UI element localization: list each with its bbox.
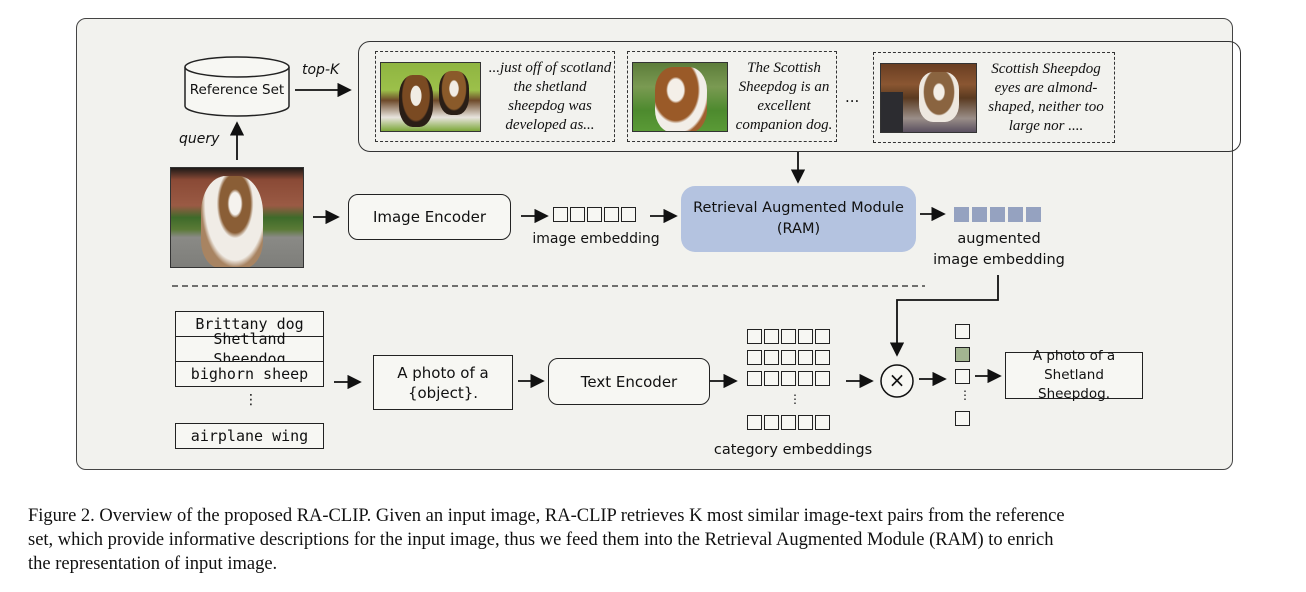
sheepdog-lying-indoors-photo — [880, 63, 977, 133]
scores-ellipsis: ⋮ — [959, 388, 971, 402]
embeddings-ellipsis: ⋮ — [789, 392, 801, 406]
augmented-cell — [972, 207, 987, 222]
more-pairs-ellipsis: ... — [845, 88, 860, 106]
augmented-cell — [954, 207, 969, 222]
score-cell — [955, 324, 970, 339]
augmented-cell — [1008, 207, 1023, 222]
embedding-cell — [781, 350, 796, 365]
augmented-cell — [990, 207, 1005, 222]
embedding-cell — [781, 329, 796, 344]
text-encoder: Text Encoder — [548, 358, 710, 405]
ram-abbrev: (RAM) — [776, 221, 821, 237]
augmented-label-line1: augmented — [957, 231, 1041, 247]
augmented-embedding-vector — [954, 207, 1044, 222]
embedding-cell — [798, 371, 813, 386]
category-embeddings-label: category embeddings — [713, 442, 873, 458]
prompt-template: A photo of a {object}. — [373, 355, 513, 410]
augmented-cell — [1026, 207, 1041, 222]
embedding-cell — [781, 415, 796, 430]
figure-caption: Figure 2. Overview of the proposed RA-CL… — [28, 504, 1298, 576]
caption-line3: the representation of input image. — [28, 554, 278, 574]
image-embedding-label: image embedding — [532, 231, 660, 247]
category-list-ellipsis: ⋮ — [244, 392, 258, 408]
embedding-cell — [747, 329, 762, 344]
category-item: Shetland Sheepdog — [175, 330, 324, 368]
top-k-label: top-K — [302, 62, 340, 78]
retrieval-augmented-module: Retrieval Augmented Module (RAM) — [681, 186, 916, 252]
prompt-line1: A photo of a — [397, 363, 489, 382]
category-embedding-row — [747, 415, 832, 430]
reference-set-label: Reference Set — [189, 82, 285, 98]
embedding-cell — [798, 415, 813, 430]
retrieved-pair: Scottish Sheepdog eyes are almond-shaped… — [873, 52, 1115, 143]
pair-caption: Scottish Sheepdog eyes are almond-shaped… — [988, 61, 1104, 134]
caption-line2: set, which provide informative descripti… — [28, 530, 1054, 550]
caption-line1: Figure 2. Overview of the proposed RA-CL… — [28, 506, 1065, 526]
embedding-cell — [747, 371, 762, 386]
prediction-output: A photo of a Shetland Sheepdog. — [1005, 348, 1143, 402]
embedding-cell — [798, 329, 813, 344]
embedding-cell — [815, 329, 830, 344]
retrieved-pair: ...just off of scotland the shetland she… — [375, 51, 615, 142]
embedding-cell — [747, 415, 762, 430]
input-sheltie-photo — [170, 167, 304, 268]
embedding-cell — [764, 371, 779, 386]
augmented-embedding-label: augmented image embedding — [925, 229, 1073, 271]
embedding-cell — [747, 350, 762, 365]
embedding-cell — [604, 207, 619, 222]
two-shetland-sheepdogs-photo — [380, 62, 481, 132]
category-item: airplane wing — [175, 423, 324, 449]
embedding-cell — [764, 350, 779, 365]
ram-title: Retrieval Augmented Module — [693, 200, 904, 216]
multiply-symbol: × — [888, 368, 906, 392]
query-label: query — [179, 131, 220, 147]
embedding-cell — [815, 415, 830, 430]
image-encoder: Image Encoder — [348, 194, 511, 240]
embedding-cell — [587, 207, 602, 222]
embedding-cell — [570, 207, 585, 222]
score-cell — [955, 411, 970, 426]
category-embeddings-grid — [747, 329, 832, 392]
embedding-cell — [815, 350, 830, 365]
category-item: bighorn sheep — [175, 361, 324, 387]
score-cell — [955, 369, 970, 384]
sheepdog-standing-in-park-photo — [632, 62, 728, 132]
augmented-label-line2: image embedding — [933, 252, 1065, 268]
embedding-cell — [798, 350, 813, 365]
embedding-cell — [621, 207, 636, 222]
pair-caption: The Scottish Sheepdog is an excellent co… — [735, 60, 833, 133]
embedding-cell — [764, 415, 779, 430]
output-line2: Shetland Sheepdog. — [1038, 367, 1110, 402]
image-embedding-vector — [553, 207, 638, 226]
prompt-line2: {object}. — [407, 383, 479, 402]
embedding-cell — [553, 207, 568, 222]
retrieved-pair: The Scottish Sheepdog is an excellent co… — [627, 51, 837, 142]
embedding-cell — [815, 371, 830, 386]
augmented-to-multiply-arrow — [889, 275, 999, 357]
pair-caption: ...just off of scotland the shetland she… — [488, 60, 612, 133]
score-cell-highlighted — [955, 347, 970, 362]
embedding-cell — [781, 371, 796, 386]
output-line1: A photo of a — [1032, 348, 1116, 364]
embedding-cell — [764, 329, 779, 344]
